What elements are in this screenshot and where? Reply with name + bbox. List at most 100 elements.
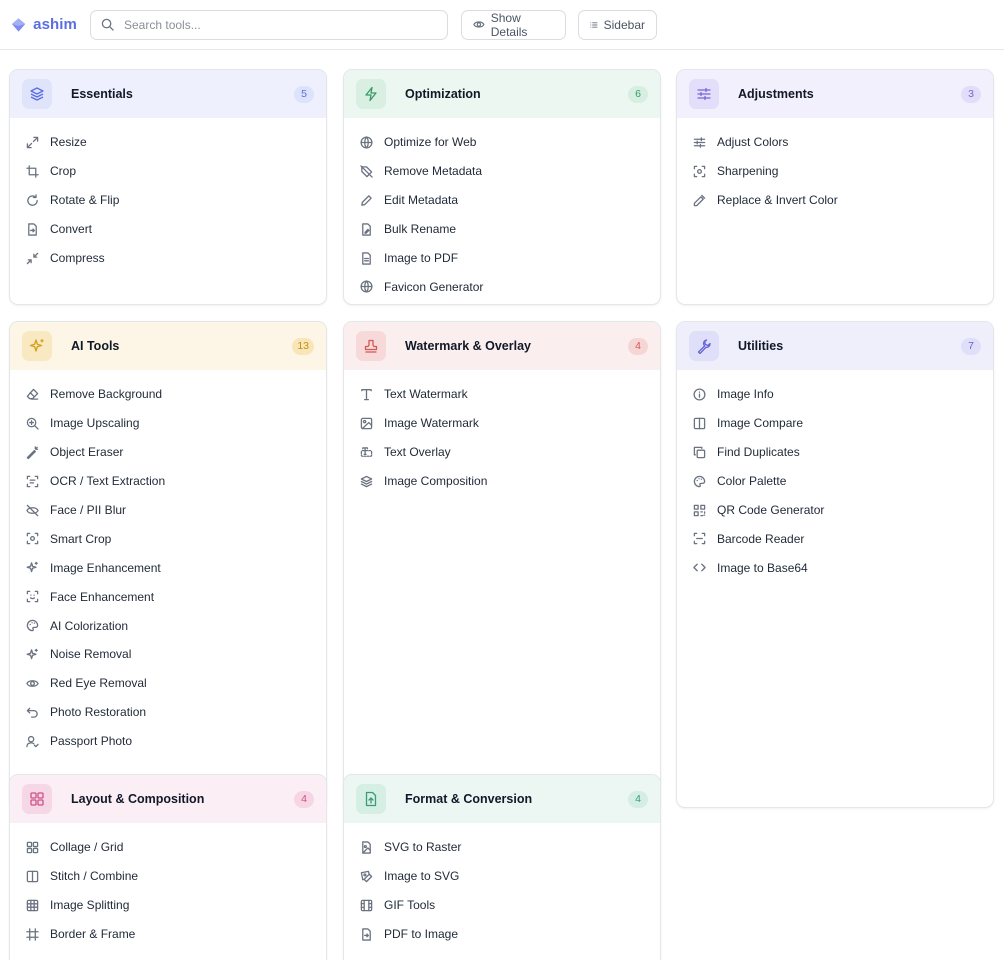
tool-photo-restoration[interactable]: Photo Restoration [10,698,326,727]
category-card-ai-tools: AI Tools 13 Remove Background Image Upsc… [9,321,327,808]
tool-passport-photo[interactable]: Passport Photo [10,727,326,756]
category-title: Watermark & Overlay [405,339,531,353]
text-box-icon [360,446,373,457]
tool-remove-background[interactable]: Remove Background [10,380,326,409]
tool-resize[interactable]: Resize [10,128,326,157]
category-header[interactable]: Watermark & Overlay 4 [344,322,660,370]
palette-icon [26,619,39,632]
eye-off-icon [26,504,39,516]
grid-icon [26,841,39,854]
category-header[interactable]: Essentials 5 [10,70,326,118]
category-title: AI Tools [71,339,120,353]
tool-edit-metadata[interactable]: Edit Metadata [344,186,660,215]
count-badge: 13 [292,337,314,355]
tool-color-palette[interactable]: Color Palette [677,467,993,496]
file-convert-icon [28,222,37,236]
tool-image-enhancement[interactable]: Image Enhancement [10,553,326,582]
tool-sharpening[interactable]: Sharpening [677,157,993,186]
category-header[interactable]: AI Tools 13 [10,322,326,370]
tool-compress[interactable]: Compress [10,244,326,273]
tool-image-info[interactable]: Image Info [677,380,993,409]
category-card-utilities: Utilities 7 Image Info Image Compare Fin… [676,321,994,808]
tool-optimize-web[interactable]: Optimize for Web [344,128,660,157]
category-title: Essentials [71,87,133,101]
film-icon [360,899,373,911]
tool-gif-tools[interactable]: GIF Tools [344,891,660,920]
category-header[interactable]: Optimization 6 [344,70,660,118]
columns-icon [26,870,39,883]
diamond-logo-icon [11,17,26,32]
layers-icon [360,475,373,487]
tool-smart-crop[interactable]: Smart Crop [10,524,326,553]
tool-stitch-combine[interactable]: Stitch / Combine [10,862,326,891]
tool-noise-removal[interactable]: Noise Removal [10,640,326,669]
wrench-icon [689,331,719,361]
file-text-icon [362,251,371,265]
columns-icon [693,417,706,430]
tool-rotate-flip[interactable]: Rotate & Flip [10,186,326,215]
tool-remove-metadata[interactable]: Remove Metadata [344,157,660,186]
tool-barcode-reader[interactable]: Barcode Reader [677,524,993,553]
scan-text-icon [26,475,39,487]
tool-image-watermark[interactable]: Image Watermark [344,409,660,438]
category-card-watermark: Watermark & Overlay 4 Text Watermark Ima… [343,321,661,808]
file-image-icon [362,841,371,854]
tool-pdf-to-image[interactable]: PDF to Image [344,920,660,949]
sliders-icon [693,137,706,148]
tool-border-frame[interactable]: Border & Frame [10,920,326,949]
expand-icon [26,136,39,149]
layers-icon [22,79,52,109]
qr-code-icon [693,504,706,516]
tool-image-to-pdf[interactable]: Image to PDF [344,244,660,273]
palette-icon [693,475,706,487]
count-badge: 5 [294,85,314,103]
tool-image-upscaling[interactable]: Image Upscaling [10,409,326,438]
tool-text-watermark[interactable]: Text Watermark [344,380,660,409]
category-header[interactable]: Format & Conversion 4 [344,775,660,823]
tool-favicon-generator[interactable]: Favicon Generator [344,272,660,301]
tool-adjust-colors[interactable]: Adjust Colors [677,128,993,157]
tool-text-overlay[interactable]: Text Overlay [344,438,660,467]
stamp-icon [356,331,386,361]
category-header[interactable]: Layout & Composition 4 [10,775,326,823]
crop-icon [26,165,39,178]
info-icon [693,388,706,401]
tool-crop[interactable]: Crop [10,157,326,186]
tool-image-compare[interactable]: Image Compare [677,409,993,438]
tool-collage-grid[interactable]: Collage / Grid [10,833,326,862]
show-details-label: Show Details [490,10,528,39]
tool-replace-invert-color[interactable]: Replace & Invert Color [677,186,993,215]
tool-ai-colorization[interactable]: AI Colorization [10,611,326,640]
tool-image-composition[interactable]: Image Composition [344,467,660,496]
tool-image-to-base64[interactable]: Image to Base64 [677,553,993,582]
pencil-icon [361,194,372,206]
frame-icon [26,927,39,941]
logo[interactable]: ashim [11,16,77,33]
tool-bulk-rename[interactable]: Bulk Rename [344,215,660,244]
category-header[interactable]: Utilities 7 [677,322,993,370]
tool-convert[interactable]: Convert [10,215,326,244]
category-header[interactable]: Adjustments 3 [677,70,993,118]
show-details-button[interactable]: Show Details [461,9,566,40]
category-card-essentials: Essentials 5 Resize Crop Rotate & Flip C… [9,69,327,305]
search-box[interactable] [90,9,448,40]
tool-image-to-svg[interactable]: Image to SVG [344,862,660,891]
tool-find-duplicates[interactable]: Find Duplicates [677,438,993,467]
sidebar-button[interactable]: Sidebar [578,9,657,40]
category-title: Adjustments [738,87,814,101]
search-input[interactable] [124,17,437,32]
tool-image-splitting[interactable]: Image Splitting [10,891,326,920]
tool-ocr[interactable]: OCR / Text Extraction [10,467,326,496]
category-title: Format & Conversion [405,792,533,806]
tool-face-pii-blur[interactable]: Face / PII Blur [10,496,326,525]
tool-qr-code-generator[interactable]: QR Code Generator [677,496,993,525]
app-name: ashim [33,16,77,33]
tool-face-enhancement[interactable]: Face Enhancement [10,582,326,611]
eye-icon [26,679,39,687]
count-badge: 6 [628,85,648,103]
copy-icon [693,446,706,458]
tool-object-eraser[interactable]: Object Eraser [10,438,326,467]
image-icon [360,417,373,430]
tool-svg-to-raster[interactable]: SVG to Raster [344,833,660,862]
tool-red-eye-removal[interactable]: Red Eye Removal [10,669,326,698]
